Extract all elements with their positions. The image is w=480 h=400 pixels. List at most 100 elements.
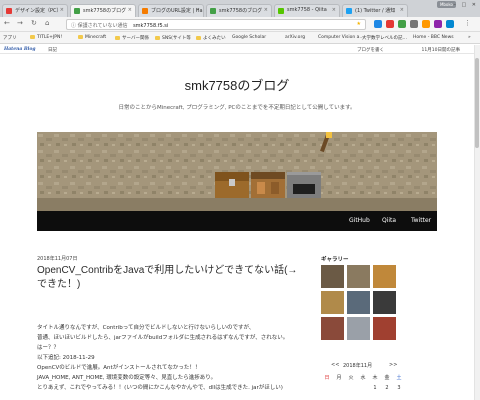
calendar-weekday: 木 (372, 375, 378, 381)
post-paragraph: タイトル通りなんですが、Contribって自分でビルドしないと行けないらしいので… (37, 325, 255, 331)
post-title[interactable]: OpenCV_ContribをJavaで利用したいけどできてない話(→できた！) (37, 264, 305, 292)
bookmark-item[interactable]: arXiv.org (285, 35, 305, 40)
calendar-weekdays: 日月火水木金土 (321, 374, 411, 382)
favicon-icon (210, 8, 216, 14)
bookmark-item[interactable]: Google Scholar (232, 35, 266, 40)
extension-icon-1[interactable] (374, 20, 382, 28)
gallery-thumb[interactable] (321, 317, 344, 340)
bookmark-item[interactable]: 大学数学レベルの記… (362, 35, 407, 41)
bookmark-label: Minecraft (85, 35, 107, 40)
post-paragraph: 以下追記: 2018-11-29 (37, 355, 95, 361)
hatena-bar: Hatena Blog 日記 ブログを書く 11月10日開の記事 (0, 45, 474, 54)
bookmark-item[interactable]: SNS(サイト等 (155, 35, 191, 41)
address-bar[interactable]: ⓘ 保護されていない通信 smk7758.f5.si ★ (66, 19, 366, 30)
post-body: タイトル通りなんですが、Contribって自分でビルドしないと行けないらしいので… (37, 323, 307, 393)
bookmark-item[interactable]: Computer Vision a… (318, 35, 364, 40)
home-icon[interactable]: ⌂ (45, 19, 49, 27)
gallery-thumb[interactable] (373, 291, 396, 314)
hatena-logo[interactable]: Hatena Blog (4, 47, 36, 52)
folder-icon (30, 35, 35, 39)
date-notice-link[interactable]: 11月10日開の記事 (422, 47, 460, 53)
browser-tab[interactable]: smk7758 - Qiita × (274, 4, 340, 17)
reload-icon[interactable]: ↻ (31, 19, 37, 27)
calendar-next[interactable]: >> (389, 362, 397, 368)
browser-tab[interactable]: ブログのURL設定 | Ha… × (138, 4, 204, 17)
back-icon[interactable]: ← (4, 19, 10, 27)
calendar-day[interactable]: 1 (369, 385, 381, 391)
post-paragraph: はー？？ (37, 345, 60, 351)
page-viewport: Hatena Blog 日記 ブログを書く 11月10日開の記事 smk7758… (0, 45, 480, 400)
folder-icon (155, 36, 160, 40)
gallery-thumb[interactable] (321, 291, 344, 314)
hatena-diary-link[interactable]: 日記 (48, 47, 57, 53)
bookmark-label: » (468, 35, 471, 40)
bookmark-label: Google Scholar (232, 35, 267, 40)
bookmark-item[interactable]: アプリ (3, 35, 17, 41)
bookmark-item[interactable]: よくみたい (196, 35, 226, 41)
gallery-thumb[interactable] (373, 265, 396, 288)
post-paragraph: 普通、ほいほいビルドしたら、jarファイルがbuildフォルダに生成されるはずな… (37, 335, 289, 341)
bookmark-label: TITLE+JPN! (37, 35, 63, 40)
blog-title[interactable]: smk7758のブログ (0, 75, 474, 94)
favicon-icon (6, 8, 12, 14)
browser-tab[interactable]: smk7758のブログ × (70, 4, 136, 18)
bookmark-item[interactable]: Minecraft (78, 35, 106, 40)
bookmarks-bar: アプリ TITLE+JPN! Minecraft サーバー関係 SNS(サイト等 よくみた… (0, 32, 480, 44)
post-date[interactable]: 2018年11月07日 (37, 255, 77, 262)
extension-icon-6[interactable] (434, 20, 442, 28)
bookmark-item[interactable]: Home - BBC News (413, 35, 454, 40)
blog-description: 日常のことからMinecraft, プログラミング, PCのことまでを不定期日記… (118, 105, 356, 111)
post-paragraph: JAVA_HOME, ANT_HOME, 環境変数の設定等々、見直したら進捗あり… (37, 375, 217, 381)
extension-icon-7[interactable] (446, 20, 454, 28)
calendar-weekday: 火 (348, 375, 354, 381)
calendar-weekday: 金 (384, 375, 390, 381)
gallery-thumb[interactable] (347, 291, 370, 314)
extension-icon-5[interactable] (422, 20, 430, 28)
close-tab-icon[interactable]: × (400, 7, 404, 13)
global-nav: GitHub Qiita Twitter (37, 211, 437, 231)
nav-twitter-link[interactable]: Twitter (411, 217, 431, 224)
nav-github-link[interactable]: GitHub (349, 217, 370, 224)
bookmark-label: アプリ (3, 36, 17, 41)
folder-icon (196, 36, 201, 40)
gallery-thumb[interactable] (373, 317, 396, 340)
bookmark-label: Computer Vision a… (318, 35, 364, 40)
bookmark-item[interactable]: » (468, 35, 471, 40)
bookmark-item[interactable]: サーバー関係 (115, 35, 149, 41)
browser-tab[interactable]: smk7758のブログ × (206, 4, 272, 17)
tab-title: smk7758 - Qiita (287, 7, 327, 13)
browser-tab[interactable]: (1) Twitter / 通知 × (342, 4, 408, 17)
menu-icon[interactable]: ⋮ (464, 19, 471, 27)
nav-qiita-link[interactable]: Qiita (382, 217, 396, 224)
bookmark-item[interactable]: TITLE+JPN! (30, 35, 62, 40)
post-paragraph: OpenCVのビルドで進展。Antがインストールされてなかった！！ (37, 365, 201, 371)
calendar-title: 2018年11月 (343, 363, 373, 369)
forward-icon[interactable]: → (17, 19, 23, 27)
calendar-prev[interactable]: << (331, 362, 339, 368)
calendar-day[interactable]: 2 (381, 385, 393, 391)
extension-icon-2[interactable] (386, 20, 394, 28)
window-controls[interactable]: – □ ✕ (453, 2, 478, 8)
gallery-title: ギャラリー (321, 257, 349, 263)
write-blog-link[interactable]: ブログを書く (357, 47, 384, 53)
close-tab-icon[interactable]: × (264, 7, 268, 13)
gallery-thumb[interactable] (347, 317, 370, 340)
gallery-thumb[interactable] (347, 265, 370, 288)
close-tab-icon[interactable]: × (332, 7, 336, 13)
extension-icon-3[interactable] (398, 20, 406, 28)
bookmark-label: サーバー関係 (122, 36, 149, 41)
calendar-weekday: 月 (336, 375, 342, 381)
close-tab-icon[interactable]: × (128, 7, 132, 13)
bookmark-star-icon[interactable]: ★ (357, 21, 361, 27)
calendar-week: 123 (321, 385, 411, 393)
close-tab-icon[interactable]: × (60, 7, 64, 13)
close-tab-icon[interactable]: × (196, 7, 200, 13)
info-icon[interactable]: ⓘ (71, 23, 76, 29)
bookmark-label: SNS(サイト等 (162, 36, 191, 41)
gallery-thumb[interactable] (321, 265, 344, 288)
scrollbar-thumb[interactable] (475, 58, 479, 148)
extension-icon-4[interactable] (410, 20, 418, 28)
calendar-weekday: 土 (396, 375, 402, 381)
browser-tab[interactable]: デザイン設定（PC） × (2, 4, 68, 17)
calendar-day[interactable]: 3 (393, 385, 405, 391)
